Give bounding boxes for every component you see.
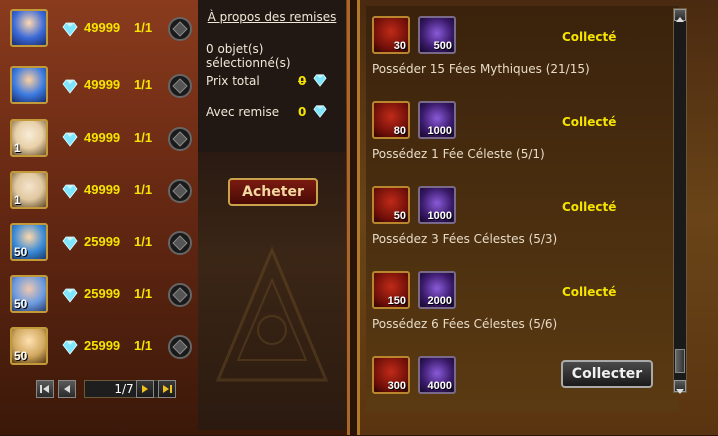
select-item-button[interactable] — [167, 126, 193, 152]
item-quantity: 1/1 — [134, 20, 153, 35]
list-item[interactable]: 1 49999 1/1 — [4, 116, 198, 162]
item-list: 49999 1/1 49999 1/1 1 49999 1/1 1 49999 … — [4, 6, 198, 411]
reward-description: Possédez 3 Fées Célestes (5/3) — [372, 232, 558, 246]
item-price: 49999 — [84, 130, 121, 145]
hero-portrait-icon — [10, 9, 48, 47]
treasure-chest-icon: 80 — [372, 101, 410, 139]
reward-description: Possédez 6 Fées Célestes (5/6) — [372, 317, 558, 331]
scroll-down-button[interactable] — [674, 380, 686, 394]
item-price: 25999 — [84, 338, 121, 353]
pagination: 1/7 — [36, 380, 186, 400]
select-item-button[interactable] — [167, 334, 193, 360]
item-quantity: 1/1 — [134, 77, 153, 92]
reward-description: Posséder 15 Fées Mythiques (21/15) — [372, 62, 590, 76]
hero-portrait-icon: 50 — [10, 327, 48, 365]
list-item[interactable]: 50 25999 1/1 — [4, 272, 198, 318]
list-item[interactable]: 1 49999 1/1 — [4, 168, 198, 214]
diamond-icon — [62, 184, 78, 199]
purple-gem-icon: 500 — [418, 16, 456, 54]
discount-info-panel: À propos des remises 0 objet(s) sélectio… — [198, 0, 346, 430]
item-quantity: 1/1 — [134, 234, 153, 249]
diamond-icon — [62, 288, 78, 303]
diamond-icon — [62, 79, 78, 94]
next-page-icon — [142, 385, 148, 393]
diamond-icon — [62, 22, 78, 37]
item-price: 25999 — [84, 234, 121, 249]
list-item[interactable]: 49999 1/1 — [4, 63, 198, 109]
decorative-emblem — [215, 246, 329, 382]
discount-price-label: Avec remise — [206, 105, 280, 119]
total-price-value: 0 — [298, 74, 307, 88]
reward-list: 30 500 Collecté Posséder 15 Fées Mythiqu… — [366, 6, 679, 411]
treasure-chest-icon: 300 — [372, 356, 410, 394]
next-page-button[interactable] — [136, 380, 154, 398]
reward-row: 150 2000 Collecté Possédez 6 Fées Célest… — [366, 267, 679, 351]
first-page-icon — [40, 385, 49, 393]
select-item-button[interactable] — [167, 16, 193, 42]
list-item[interactable]: 50 25999 1/1 — [4, 324, 198, 370]
diamond-icon — [313, 74, 327, 87]
total-price-label: Prix total — [206, 74, 260, 88]
select-item-button[interactable] — [167, 230, 193, 256]
hero-portrait-icon — [10, 66, 48, 104]
diamond-icon — [313, 105, 327, 118]
treasure-chest-icon: 150 — [372, 271, 410, 309]
fairy-portrait-icon: 1 — [10, 171, 48, 209]
list-item[interactable]: 50 25999 1/1 — [4, 220, 198, 266]
discount-price-value: 0 — [298, 105, 307, 119]
last-page-icon — [163, 385, 172, 393]
reward-row: 80 1000 Collecté Possédez 1 Fée Céleste … — [366, 97, 679, 181]
status-collected: Collecté — [562, 115, 617, 129]
treasure-chest-icon: 50 — [372, 186, 410, 224]
fairy-portrait-icon: 1 — [10, 119, 48, 157]
buy-button[interactable]: Acheter — [228, 178, 318, 206]
chevron-down-icon — [676, 389, 684, 394]
diamond-icon — [62, 132, 78, 147]
item-price: 49999 — [84, 77, 121, 92]
item-price: 49999 — [84, 182, 121, 197]
prev-page-icon — [64, 385, 70, 393]
achievement-rewards-panel: 30 500 Collecté Posséder 15 Fées Mythiqu… — [357, 0, 718, 435]
purple-gem-icon: 1000 — [418, 186, 456, 224]
last-page-button[interactable] — [158, 380, 176, 398]
purple-gem-icon: 1000 — [418, 101, 456, 139]
item-quantity: 1/1 — [134, 182, 153, 197]
discount-info-link[interactable]: À propos des remises — [198, 10, 346, 24]
game-window: 49999 1/1 49999 1/1 1 49999 1/1 1 49999 … — [0, 0, 718, 435]
status-collected: Collecté — [562, 285, 617, 299]
purple-gem-icon: 2000 — [418, 271, 456, 309]
scroll-thumb[interactable] — [675, 349, 685, 373]
select-item-button[interactable] — [167, 282, 193, 308]
hero-portrait-icon: 50 — [10, 223, 48, 261]
item-price: 49999 — [84, 20, 121, 35]
item-quantity: 1/1 — [134, 286, 153, 301]
item-quantity: 1/1 — [134, 338, 153, 353]
select-item-button[interactable] — [167, 178, 193, 204]
first-page-button[interactable] — [36, 380, 54, 398]
selected-count: 0 objet(s) sélectionné(s) — [206, 42, 291, 70]
prev-page-button[interactable] — [58, 380, 76, 398]
item-price: 25999 — [84, 286, 121, 301]
status-collected: Collecté — [562, 30, 617, 44]
purple-gem-icon: 4000 — [418, 356, 456, 394]
hero-portrait-icon: 50 — [10, 275, 48, 313]
select-item-button[interactable] — [167, 73, 193, 99]
reward-description: Possédez 1 Fée Céleste (5/1) — [372, 147, 545, 161]
collect-button[interactable]: Collecter — [561, 360, 653, 388]
treasure-chest-icon: 30 — [372, 16, 410, 54]
reward-row: 300 4000 Collecter — [366, 352, 679, 436]
status-collected: Collecté — [562, 200, 617, 214]
diamond-icon — [62, 236, 78, 251]
list-item[interactable]: 49999 1/1 — [4, 6, 198, 52]
scroll-up-button[interactable] — [674, 9, 686, 22]
discount-summary: À propos des remises 0 objet(s) sélectio… — [198, 0, 346, 152]
scrollbar[interactable] — [673, 8, 687, 394]
reward-row: 30 500 Collecté Posséder 15 Fées Mythiqu… — [366, 12, 679, 96]
item-quantity: 1/1 — [134, 130, 153, 145]
reward-row: 50 1000 Collecté Possédez 3 Fées Céleste… — [366, 182, 679, 266]
diamond-icon — [62, 340, 78, 355]
chevron-up-icon — [676, 17, 684, 22]
